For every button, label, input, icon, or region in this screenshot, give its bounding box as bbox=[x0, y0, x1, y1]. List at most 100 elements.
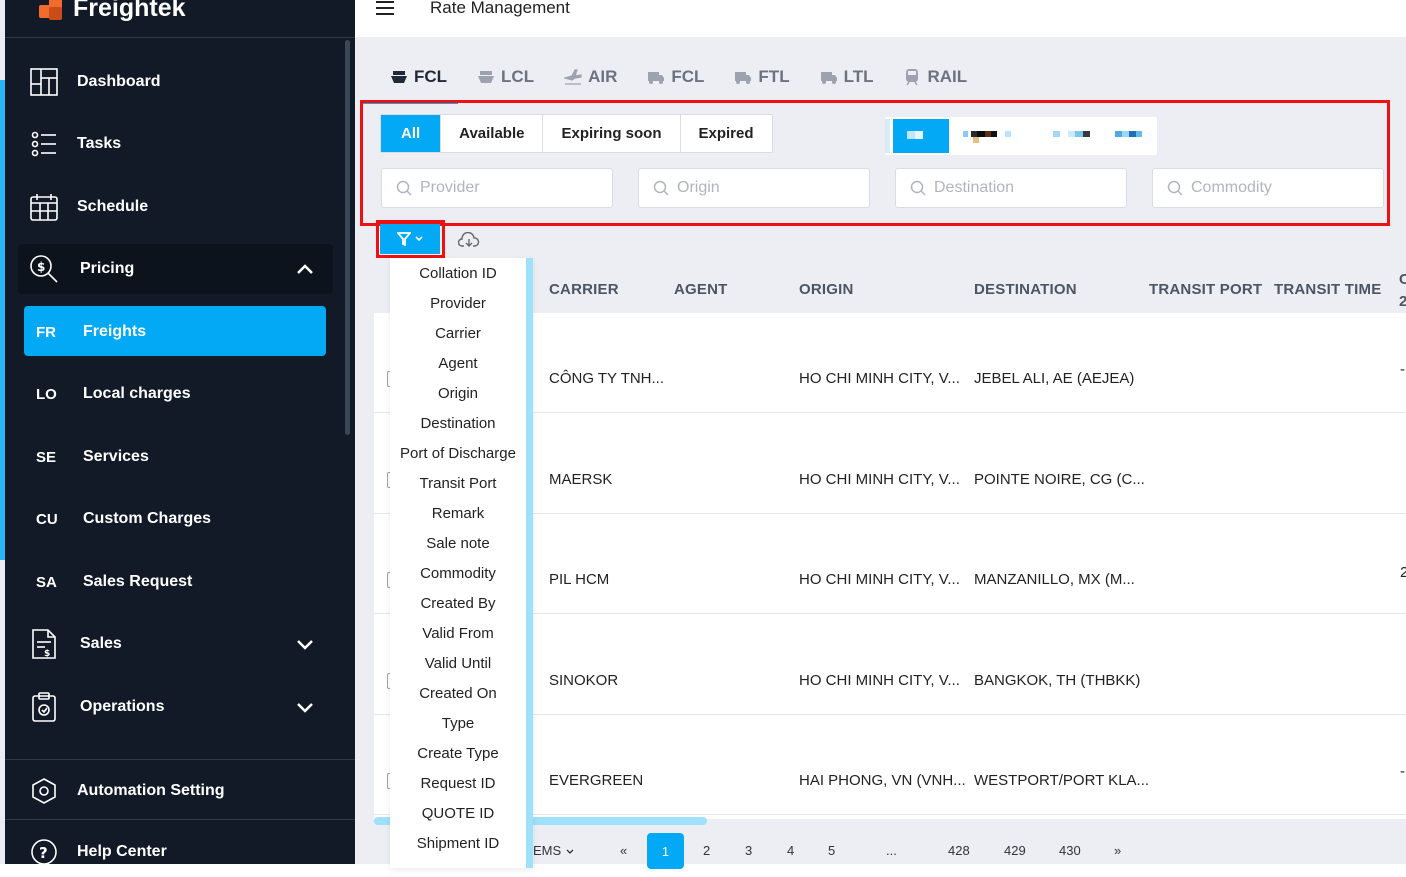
sidebar-subitem-local-charges[interactable]: LO Local charges bbox=[5, 374, 355, 414]
sidebar-subitem-sales-request[interactable]: SA Sales Request bbox=[5, 562, 355, 602]
page-button[interactable]: 4 bbox=[787, 843, 794, 858]
menu-item-agent[interactable]: Agent bbox=[390, 355, 526, 372]
tasks-icon bbox=[29, 129, 59, 159]
column-header[interactable]: ORIGIN bbox=[799, 281, 854, 298]
items-per-page-label[interactable]: EMS bbox=[533, 843, 561, 858]
menu-item-destination[interactable]: Destination bbox=[390, 415, 526, 432]
column-header[interactable]: TRANSIT TIME bbox=[1274, 281, 1381, 298]
menu-item-valid-from[interactable]: Valid From bbox=[390, 625, 526, 642]
plane-icon bbox=[564, 69, 582, 85]
sidebar-item-sales[interactable]: $ Sales bbox=[5, 619, 355, 669]
app-name: Freightek bbox=[73, 0, 186, 22]
tab-ltl[interactable]: LTL bbox=[820, 64, 874, 90]
pagination-prev[interactable]: « bbox=[620, 843, 627, 858]
transport-tabs: FCL LCL AIR FCL FTL LTL RAIL bbox=[390, 64, 967, 90]
tab-ftl[interactable]: FTL bbox=[734, 64, 790, 90]
menu-item-quote-id[interactable]: QUOTE ID bbox=[390, 805, 526, 822]
page-button[interactable]: 428 bbox=[948, 843, 970, 858]
column-filter-button[interactable] bbox=[380, 224, 440, 254]
sidebar-item-operations[interactable]: Operations bbox=[5, 682, 355, 732]
logo-divider bbox=[5, 37, 355, 38]
carrier-cell: EVERGREEN bbox=[549, 772, 644, 789]
page-button[interactable]: 430 bbox=[1059, 843, 1081, 858]
page-ellipsis[interactable]: ... bbox=[886, 843, 897, 858]
column-header[interactable]: AGENT bbox=[674, 281, 728, 298]
destination-search-field[interactable] bbox=[895, 168, 1127, 208]
commodity-search-field[interactable] bbox=[1152, 168, 1384, 208]
automation-icon bbox=[29, 776, 59, 806]
page-button[interactable]: 5 bbox=[828, 843, 835, 858]
tab-lcl[interactable]: LCL bbox=[477, 64, 534, 90]
column-chooser-menu: Collation ID Provider Carrier Agent Orig… bbox=[390, 258, 533, 868]
sidebar-subitem-custom-charges[interactable]: CU Custom Charges bbox=[5, 499, 355, 539]
sidebar-item-label: Schedule bbox=[77, 198, 149, 215]
menu-item-collation-id[interactable]: Collation ID bbox=[390, 265, 526, 282]
menu-icon[interactable] bbox=[376, 1, 394, 15]
chevron-up-icon[interactable] bbox=[295, 259, 315, 279]
menu-item-remark[interactable]: Remark bbox=[390, 505, 526, 522]
origin-search-field[interactable] bbox=[638, 168, 870, 208]
menu-item-create-type[interactable]: Create Type bbox=[390, 745, 526, 762]
column-header[interactable]: TRANSIT PORT bbox=[1149, 281, 1262, 298]
tab-label: LTL bbox=[843, 67, 874, 86]
cloud-download-icon[interactable] bbox=[457, 231, 480, 248]
status-expired-button[interactable]: Expired bbox=[681, 115, 772, 152]
sidebar-item-automation-setting[interactable]: Automation Setting bbox=[5, 766, 355, 816]
blurred-filter-group[interactable] bbox=[885, 117, 1157, 155]
tab-rail[interactable]: RAIL bbox=[903, 64, 967, 90]
tab-label: FCL bbox=[671, 67, 705, 86]
truck-icon bbox=[735, 72, 752, 84]
pagination-next[interactable]: » bbox=[1114, 843, 1121, 858]
menu-item-sale-note[interactable]: Sale note bbox=[390, 535, 526, 552]
menu-item-origin[interactable]: Origin bbox=[390, 385, 526, 402]
sidebar-item-help-center[interactable]: ? Help Center bbox=[5, 827, 355, 877]
page-button[interactable]: 3 bbox=[745, 843, 752, 858]
menu-item-type[interactable]: Type bbox=[390, 715, 526, 732]
commodity-search-input[interactable] bbox=[1191, 179, 1371, 197]
menu-item-request-id[interactable]: Request ID bbox=[390, 775, 526, 792]
svg-text:?: ? bbox=[39, 844, 48, 862]
chevron-down-icon[interactable] bbox=[566, 849, 574, 855]
menu-item-transit-port[interactable]: Transit Port bbox=[390, 475, 526, 492]
sidebar-subitem-freights[interactable]: FR Freights bbox=[5, 312, 355, 352]
menu-item-valid-until[interactable]: Valid Until bbox=[390, 655, 526, 672]
menu-item-port-of-discharge[interactable]: Port of Discharge bbox=[390, 445, 526, 462]
origin-search-input[interactable] bbox=[677, 179, 857, 197]
sidebar-subitem-services[interactable]: SE Services bbox=[5, 437, 355, 477]
column-header: 2 bbox=[1399, 293, 1406, 310]
sidebar-item-label: Sales bbox=[80, 635, 122, 652]
edge-cell: - bbox=[1400, 361, 1405, 378]
column-header[interactable]: DESTINATION bbox=[974, 281, 1077, 298]
app-logo[interactable]: Freightek bbox=[35, 0, 186, 26]
menu-item-created-by[interactable]: Created By bbox=[390, 595, 526, 612]
chevron-down-icon bbox=[415, 236, 423, 242]
tab-air[interactable]: AIR bbox=[564, 64, 617, 90]
column-header[interactable]: C bbox=[1399, 271, 1406, 288]
chevron-down-icon[interactable] bbox=[295, 634, 315, 654]
menu-item-created-on[interactable]: Created On bbox=[390, 685, 526, 702]
sidebar-item-schedule[interactable]: Schedule bbox=[5, 182, 355, 232]
page-title: Rate Management bbox=[430, 0, 570, 17]
menu-item-commodity[interactable]: Commodity bbox=[390, 565, 526, 582]
chevron-down-icon[interactable] bbox=[295, 697, 315, 717]
subitem-label: Custom Charges bbox=[83, 510, 212, 527]
sidebar-item-dashboard[interactable]: Dashboard bbox=[5, 57, 355, 107]
status-available-button[interactable]: Available bbox=[441, 115, 544, 152]
status-expiring-soon-button[interactable]: Expiring soon bbox=[543, 115, 681, 152]
origin-cell: HO CHI MINH CITY, V... bbox=[799, 571, 960, 588]
column-header[interactable]: CARRIER bbox=[549, 281, 619, 298]
tab-fcl-truck[interactable]: FCL bbox=[647, 64, 704, 90]
page-button[interactable]: 2 bbox=[703, 843, 710, 858]
sidebar-item-tasks[interactable]: Tasks bbox=[5, 119, 355, 169]
sidebar-item-pricing[interactable]: $ Pricing bbox=[5, 244, 355, 294]
tab-fcl-sea[interactable]: FCL bbox=[390, 64, 447, 90]
destination-search-input[interactable] bbox=[934, 179, 1114, 197]
menu-item-carrier[interactable]: Carrier bbox=[390, 325, 526, 342]
provider-search-field[interactable] bbox=[381, 168, 613, 208]
provider-search-input[interactable] bbox=[420, 179, 600, 197]
status-all-button[interactable]: All bbox=[381, 115, 442, 152]
menu-item-provider[interactable]: Provider bbox=[390, 295, 526, 312]
page-button[interactable]: 429 bbox=[1004, 843, 1026, 858]
destination-cell: BANGKOK, TH (THBKK) bbox=[974, 672, 1141, 689]
menu-item-shipment-id[interactable]: Shipment ID bbox=[390, 835, 526, 852]
